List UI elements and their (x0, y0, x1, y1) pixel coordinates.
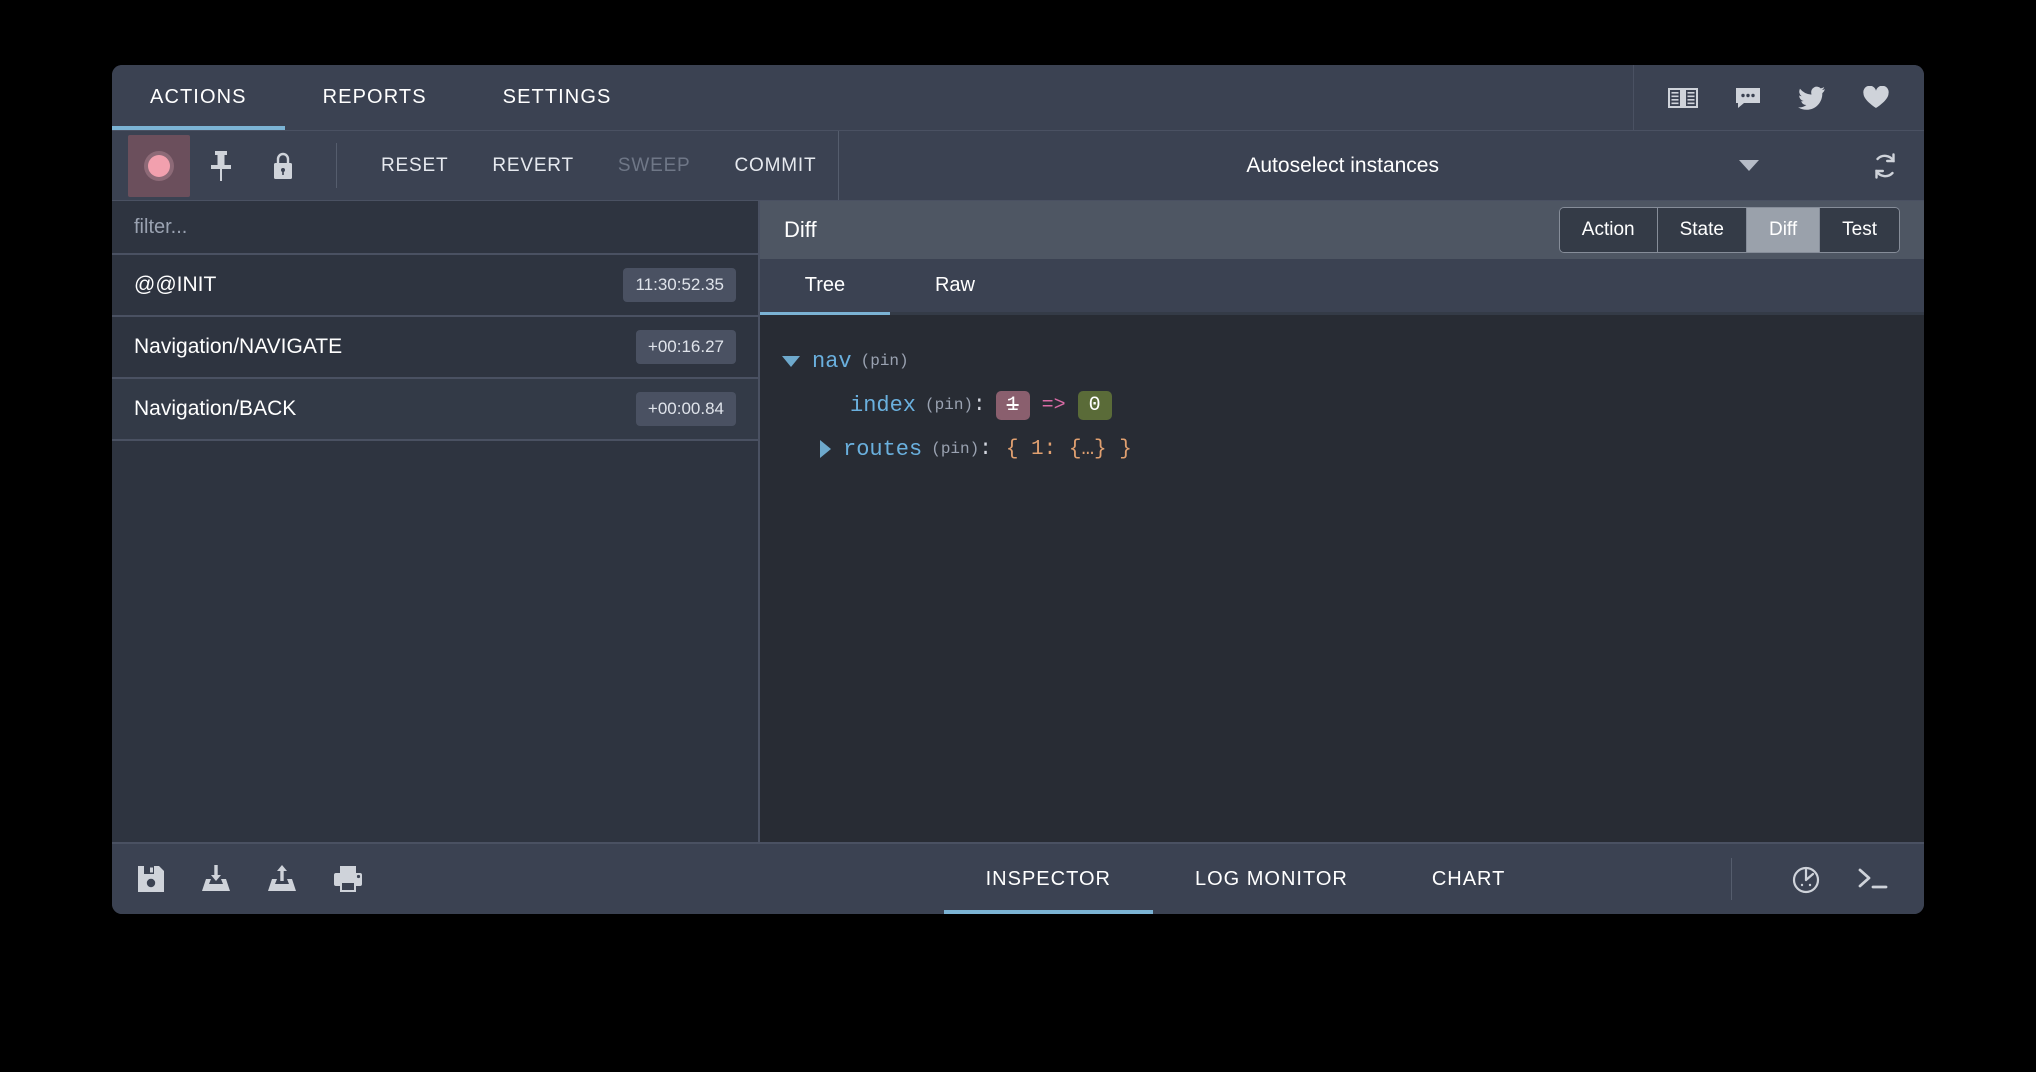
chat-icon[interactable] (1734, 86, 1762, 110)
inspector-mode-test-label: Test (1842, 219, 1877, 241)
tree-colon: : (979, 438, 992, 461)
heart-icon[interactable] (1862, 86, 1890, 110)
footer-tab-inspector[interactable]: INSPECTOR (944, 844, 1153, 914)
footer-tab-log-monitor[interactable]: LOG MONITOR (1153, 844, 1390, 914)
footer-monitor-tabs: INSPECTOR LOG MONITOR CHART (760, 844, 1731, 914)
record-button[interactable] (128, 135, 190, 197)
tab-settings[interactable]: SETTINGS (465, 65, 650, 130)
action-timestamp: +00:16.27 (636, 330, 736, 364)
header-icon-group (1633, 65, 1924, 130)
footer-right-divider (1731, 858, 1732, 900)
subtab-tree-label: Tree (805, 274, 845, 297)
tree-node-index[interactable]: index (pin) : 1 => 0 (782, 383, 1902, 427)
subtab-raw-label: Raw (935, 274, 975, 297)
filter-input[interactable] (134, 216, 736, 239)
export-icon[interactable] (266, 864, 298, 894)
commit-button-label: COMMIT (735, 155, 817, 177)
toolbar-divider (336, 143, 337, 188)
subtab-raw[interactable]: Raw (890, 259, 1020, 312)
action-row-init[interactable]: @@INIT 11:30:52.35 (112, 255, 758, 317)
diff-arrow-label: => (1042, 394, 1066, 417)
reset-button[interactable]: RESET (359, 131, 470, 200)
action-row-navigate[interactable]: Navigation/NAVIGATE +00:16.27 (112, 317, 758, 379)
footer-tab-chart[interactable]: CHART (1390, 844, 1548, 914)
actions-panel: @@INIT 11:30:52.35 Navigation/NAVIGATE +… (112, 201, 760, 842)
sweep-button-label: SWEEP (618, 155, 691, 177)
instance-selector-value: Autoselect instances (1246, 154, 1439, 178)
footer-right-icons (1731, 844, 1924, 914)
chevron-expanded-icon[interactable] (782, 356, 800, 367)
revert-button[interactable]: REVERT (470, 131, 596, 200)
sweep-button: SWEEP (596, 131, 713, 200)
tree-node-key: index (850, 393, 916, 418)
tree-colon: : (973, 394, 986, 417)
diff-new-value: 0 (1078, 391, 1112, 420)
inspector-mode-state[interactable]: State (1658, 208, 1747, 252)
action-timestamp: +00:00.84 (636, 392, 736, 426)
tree-node-routes[interactable]: routes (pin) : { 1: {…} } (782, 427, 1902, 471)
tab-settings-label: SETTINGS (503, 86, 612, 109)
top-tab-bar: ACTIONS REPORTS SETTINGS (112, 65, 1924, 131)
pin-button[interactable] (190, 135, 252, 197)
revert-button-label: REVERT (492, 155, 574, 177)
top-tabs: ACTIONS REPORTS SETTINGS (112, 65, 649, 130)
lock-changes-button[interactable] (252, 135, 314, 197)
tree-node-tag: (pin) (925, 396, 973, 414)
topbar-spacer (649, 65, 1633, 130)
inspector-subtabs: Tree Raw (760, 259, 1924, 315)
slider-timer-icon[interactable] (1790, 863, 1822, 895)
tree-node-tag: (pin) (931, 440, 979, 458)
footer-tab-chart-label: CHART (1432, 868, 1506, 891)
tab-reports[interactable]: REPORTS (285, 65, 465, 130)
tree-node-key: routes (843, 437, 922, 462)
tree-node-nav[interactable]: nav (pin) (782, 339, 1902, 383)
inspector-header: Diff Action State Diff Test (760, 201, 1924, 259)
footer-tab-inspector-label: INSPECTOR (986, 868, 1111, 891)
chevron-down-icon (1738, 154, 1760, 178)
action-name: @@INIT (134, 273, 216, 297)
terminal-icon[interactable] (1856, 865, 1890, 893)
footer-left-icons (112, 844, 760, 914)
print-icon[interactable] (332, 864, 364, 894)
inspector-panel: Diff Action State Diff Test (760, 201, 1924, 842)
action-toolbar: RESET REVERT SWEEP COMMIT Autoselect ins… (112, 131, 1924, 201)
devtools-window: ACTIONS REPORTS SETTINGS (112, 65, 1924, 914)
action-name: Navigation/NAVIGATE (134, 335, 342, 359)
inspector-mode-diff-label: Diff (1769, 219, 1797, 241)
diff-old-value: 1 (996, 391, 1030, 420)
instance-selector[interactable]: Autoselect instances (838, 131, 1846, 200)
main-body: @@INIT 11:30:52.35 Navigation/NAVIGATE +… (112, 201, 1924, 842)
footer-tab-log-monitor-label: LOG MONITOR (1195, 868, 1348, 891)
twitter-icon[interactable] (1798, 86, 1826, 110)
action-row-back[interactable]: Navigation/BACK +00:00.84 (112, 379, 758, 441)
inspector-mode-test[interactable]: Test (1820, 208, 1899, 252)
inspector-mode-diff[interactable]: Diff (1747, 208, 1820, 252)
tab-actions-label: ACTIONS (150, 86, 247, 109)
chevron-collapsed-icon[interactable] (820, 440, 831, 458)
save-icon[interactable] (136, 864, 166, 894)
reset-button-label: RESET (381, 155, 448, 177)
action-name: Navigation/BACK (134, 397, 296, 421)
action-timestamp: 11:30:52.35 (623, 268, 736, 302)
diff-tree: nav (pin) index (pin) : 1 => 0 routes (p… (760, 315, 1924, 842)
subtab-tree[interactable]: Tree (760, 259, 890, 312)
tree-node-tag: (pin) (861, 352, 909, 370)
inspector-mode-action[interactable]: Action (1560, 208, 1658, 252)
inspector-mode-state-label: State (1680, 219, 1724, 241)
tree-node-key: nav (812, 349, 852, 374)
import-icon[interactable] (200, 864, 232, 894)
tree-node-preview: { 1: {…} } (1006, 438, 1132, 461)
book-icon[interactable] (1668, 86, 1698, 110)
commit-button[interactable]: COMMIT (713, 131, 839, 200)
refresh-button[interactable] (1846, 131, 1924, 200)
filter-row (112, 201, 758, 255)
tab-actions[interactable]: ACTIONS (112, 65, 285, 130)
inspector-title: Diff (784, 217, 1559, 243)
action-list: @@INIT 11:30:52.35 Navigation/NAVIGATE +… (112, 255, 758, 842)
footer-bar: INSPECTOR LOG MONITOR CHART (112, 842, 1924, 914)
toolbar-left-group: RESET REVERT SWEEP COMMIT (112, 131, 838, 200)
tab-reports-label: REPORTS (323, 86, 427, 109)
inspector-mode-group: Action State Diff Test (1559, 207, 1900, 253)
inspector-mode-action-label: Action (1582, 219, 1635, 241)
